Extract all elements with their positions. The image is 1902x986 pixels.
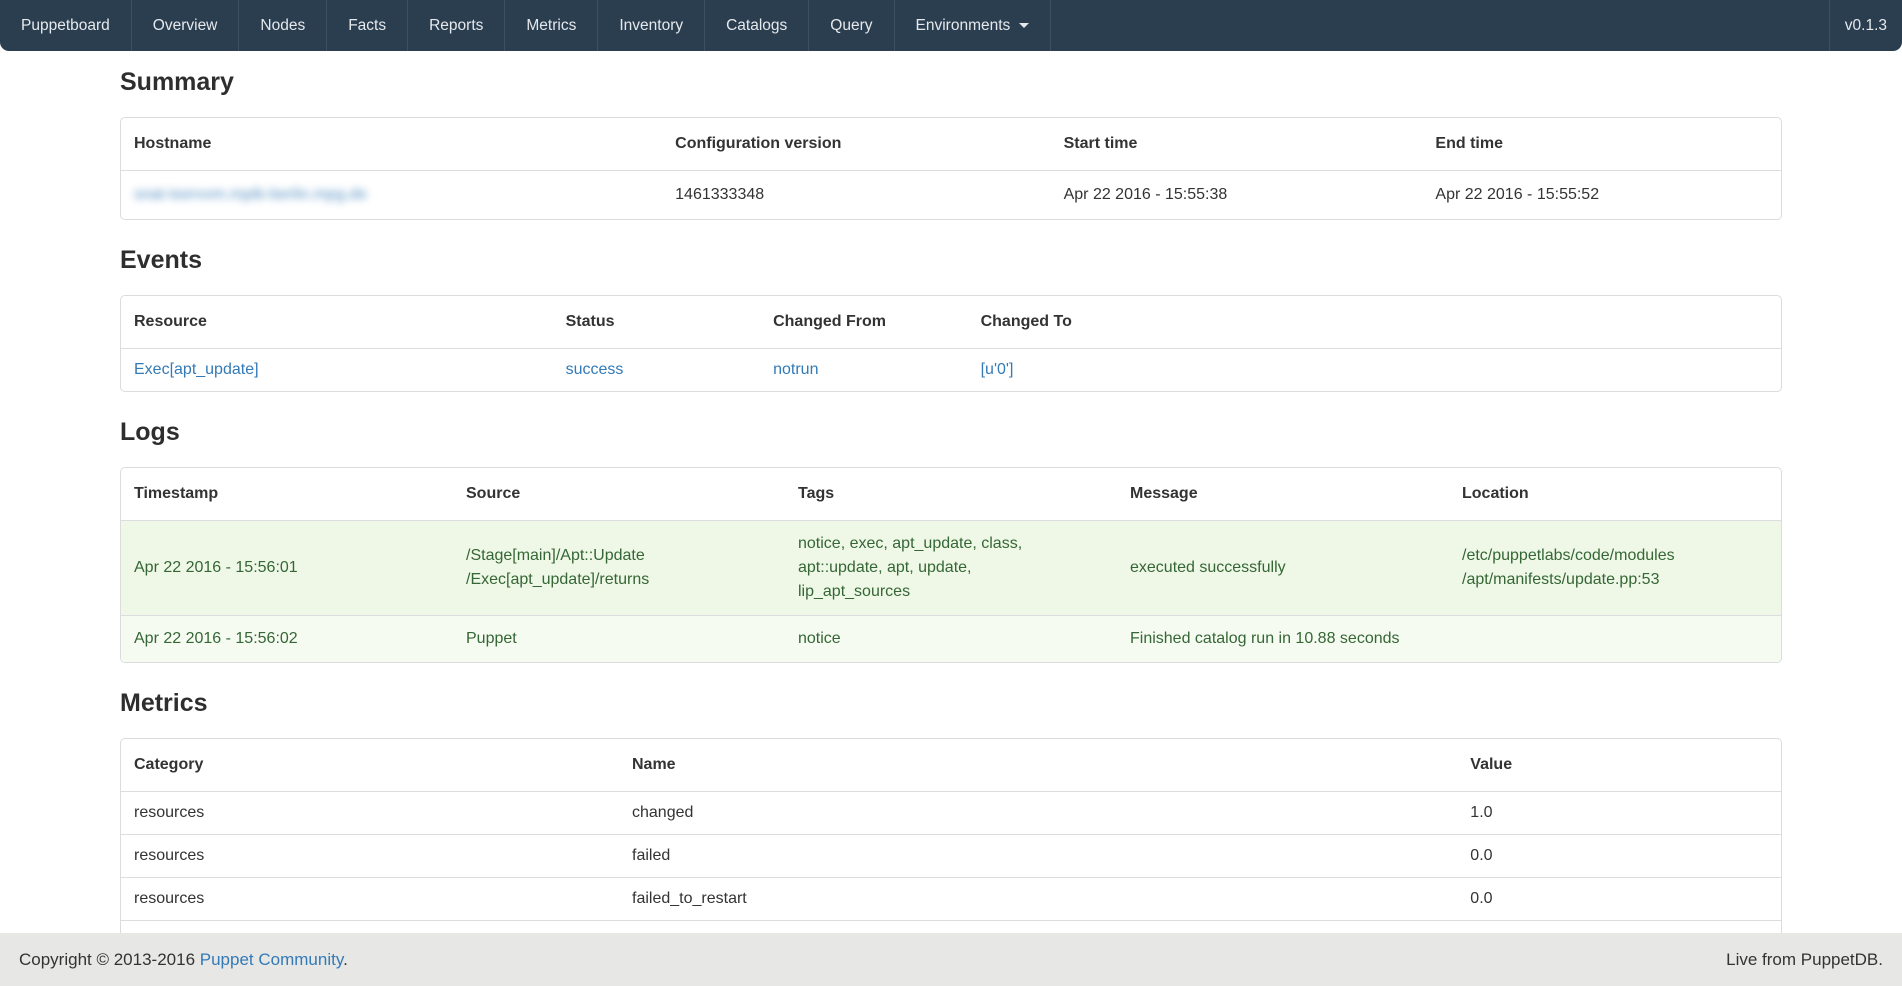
logs-section-title: Logs bbox=[120, 418, 1782, 447]
summary-header-row: Hostname Configuration version Start tim… bbox=[121, 118, 1781, 171]
metric-name: failed bbox=[619, 835, 1457, 878]
events-col-status: Status bbox=[553, 296, 761, 349]
nav-item-label: Reports bbox=[429, 17, 483, 35]
nav-item-label: Catalogs bbox=[726, 17, 787, 35]
event-row: Exec[apt_update] success notrun [u'0'] bbox=[121, 349, 1781, 392]
log-location bbox=[1449, 616, 1781, 663]
events-col-changed-to: Changed To bbox=[968, 296, 1781, 349]
metric-name: failed_to_restart bbox=[619, 878, 1457, 921]
hostname-link[interactable]: snat-tservvm.mpib-berlin.mpg.de bbox=[134, 186, 367, 203]
summary-col-hostname: Hostname bbox=[121, 118, 662, 171]
logs-col-source: Source bbox=[453, 468, 785, 521]
version-badge: v0.1.3 bbox=[1829, 0, 1902, 51]
log-location: /etc/puppetlabs/code/modules /apt/manife… bbox=[1449, 521, 1781, 616]
metric-category: resources bbox=[121, 878, 619, 921]
metrics-section-title: Metrics bbox=[120, 689, 1782, 718]
logs-col-tags: Tags bbox=[785, 468, 1117, 521]
event-status-link[interactable]: success bbox=[566, 361, 624, 378]
logs-col-message: Message bbox=[1117, 468, 1449, 521]
log-timestamp: Apr 22 2016 - 15:56:02 bbox=[121, 616, 453, 663]
navbar-brand[interactable]: Puppetboard bbox=[0, 0, 132, 51]
logs-table: Timestamp Source Tags Message Location A… bbox=[120, 467, 1782, 663]
footer-copyright-text: Copyright © 2013-2016 bbox=[19, 950, 195, 969]
summary-table: Hostname Configuration version Start tim… bbox=[120, 117, 1782, 220]
summary-col-end-time: End time bbox=[1422, 118, 1781, 171]
version-label: v0.1.3 bbox=[1845, 17, 1887, 35]
nav-item-label: Facts bbox=[348, 17, 386, 35]
metrics-table: Category Name Value resources changed 1.… bbox=[120, 738, 1782, 946]
config-version-value: 1461333348 bbox=[662, 171, 1050, 220]
navbar-spacer bbox=[1051, 0, 1828, 51]
nav-item-label: Inventory bbox=[619, 17, 683, 35]
events-section-title: Events bbox=[120, 246, 1782, 275]
nav-item-label: Nodes bbox=[260, 17, 305, 35]
puppet-community-link[interactable]: Puppet Community bbox=[200, 950, 343, 969]
log-source: Puppet bbox=[453, 616, 785, 663]
metric-value: 1.0 bbox=[1457, 792, 1781, 835]
log-message: Finished catalog run in 10.88 seconds bbox=[1117, 616, 1449, 663]
logs-col-location: Location bbox=[1449, 468, 1781, 521]
events-col-changed-from: Changed From bbox=[760, 296, 968, 349]
log-row: Apr 22 2016 - 15:56:01 /Stage[main]/Apt:… bbox=[121, 521, 1781, 616]
nav-item-inventory[interactable]: Inventory bbox=[598, 0, 705, 51]
end-time-value: Apr 22 2016 - 15:55:52 bbox=[1422, 171, 1781, 220]
nav-item-catalogs[interactable]: Catalogs bbox=[705, 0, 809, 51]
top-navbar: Puppetboard Overview Nodes Facts Reports… bbox=[0, 0, 1902, 51]
footer-source-text: Live from PuppetDB. bbox=[1726, 950, 1883, 970]
nav-item-reports[interactable]: Reports bbox=[408, 0, 505, 51]
metric-value: 0.0 bbox=[1457, 878, 1781, 921]
log-message: executed successfully bbox=[1117, 521, 1449, 616]
summary-row: snat-tservvm.mpib-berlin.mpg.de 14613333… bbox=[121, 171, 1781, 220]
metric-name: changed bbox=[619, 792, 1457, 835]
metric-category: resources bbox=[121, 835, 619, 878]
event-changed-to-link[interactable]: [u'0'] bbox=[981, 361, 1014, 378]
events-header-row: Resource Status Changed From Changed To bbox=[121, 296, 1781, 349]
events-col-resource: Resource bbox=[121, 296, 553, 349]
nav-item-nodes[interactable]: Nodes bbox=[239, 0, 327, 51]
metric-value: 0.0 bbox=[1457, 835, 1781, 878]
metric-row: resources failed 0.0 bbox=[121, 835, 1781, 878]
metrics-header-row: Category Name Value bbox=[121, 739, 1781, 792]
metric-category: resources bbox=[121, 792, 619, 835]
environments-dropdown-toggle[interactable]: Environments bbox=[895, 0, 1052, 51]
navbar-brand-label: Puppetboard bbox=[21, 17, 110, 35]
logs-col-timestamp: Timestamp bbox=[121, 468, 453, 521]
footer: Copyright © 2013-2016 Puppet Community. … bbox=[0, 933, 1902, 986]
metrics-col-value: Value bbox=[1457, 739, 1781, 792]
nav-item-label: Metrics bbox=[526, 17, 576, 35]
environments-dropdown-label: Environments bbox=[916, 17, 1011, 35]
nav-item-metrics[interactable]: Metrics bbox=[505, 0, 598, 51]
report-detail-page: Summary Hostname Configuration version S… bbox=[120, 68, 1782, 946]
log-row: Apr 22 2016 - 15:56:02 Puppet notice Fin… bbox=[121, 616, 1781, 663]
summary-col-start-time: Start time bbox=[1051, 118, 1423, 171]
summary-col-config-version: Configuration version bbox=[662, 118, 1050, 171]
nav-item-query[interactable]: Query bbox=[809, 0, 894, 51]
summary-section-title: Summary bbox=[120, 68, 1782, 97]
metric-row: resources changed 1.0 bbox=[121, 792, 1781, 835]
nav-item-facts[interactable]: Facts bbox=[327, 0, 408, 51]
event-changed-from-link[interactable]: notrun bbox=[773, 361, 818, 378]
log-source: /Stage[main]/Apt::Update /Exec[apt_updat… bbox=[453, 521, 785, 616]
log-tags: notice bbox=[785, 616, 1117, 663]
nav-item-label: Overview bbox=[153, 17, 218, 35]
nav-item-overview[interactable]: Overview bbox=[132, 0, 240, 51]
chevron-down-icon bbox=[1019, 23, 1029, 28]
metric-row: resources failed_to_restart 0.0 bbox=[121, 878, 1781, 921]
footer-copyright: Copyright © 2013-2016 Puppet Community. bbox=[19, 950, 348, 970]
log-tags: notice, exec, apt_update, class, apt::up… bbox=[785, 521, 1117, 616]
start-time-value: Apr 22 2016 - 15:55:38 bbox=[1051, 171, 1423, 220]
events-table: Resource Status Changed From Changed To … bbox=[120, 295, 1782, 392]
logs-header-row: Timestamp Source Tags Message Location bbox=[121, 468, 1781, 521]
footer-copyright-period: . bbox=[343, 950, 348, 969]
metrics-col-category: Category bbox=[121, 739, 619, 792]
metrics-col-name: Name bbox=[619, 739, 1457, 792]
nav-item-label: Query bbox=[830, 17, 872, 35]
event-resource-link[interactable]: Exec[apt_update] bbox=[134, 361, 259, 378]
log-timestamp: Apr 22 2016 - 15:56:01 bbox=[121, 521, 453, 616]
